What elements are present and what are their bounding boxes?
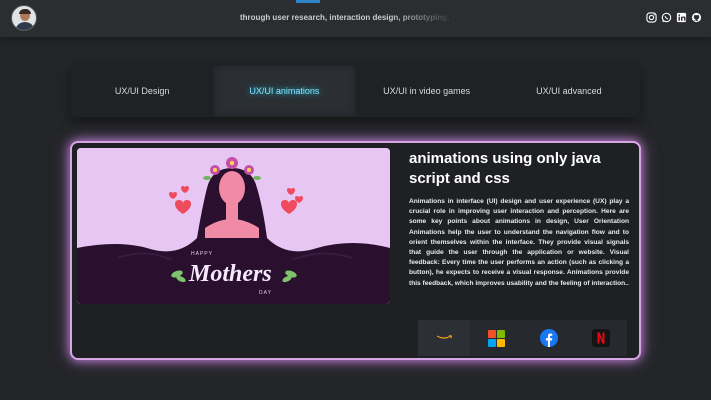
mothers-day-illustration: HAPPY Mothers DAY: [77, 148, 390, 304]
category-tabs: UX/UI Design UX/UI animations UX/UI in v…: [71, 65, 640, 117]
social-links: [646, 12, 702, 23]
avatar[interactable]: [11, 5, 37, 31]
tab-ux-ui-animations[interactable]: UX/UI animations: [213, 65, 356, 117]
brand-logos-strip: [418, 320, 627, 356]
linkedin-icon[interactable]: [676, 12, 687, 23]
tab-ux-ui-video-games[interactable]: UX/UI in video games: [356, 65, 498, 117]
whatsapp-icon[interactable]: [661, 12, 672, 23]
amazon-logo: [436, 335, 453, 339]
illustration-mothers-text: Mothers: [188, 261, 272, 287]
top-accent-bar: [296, 0, 320, 3]
netflix-logo: [591, 329, 610, 347]
marquee-text: through user research, interaction desig…: [240, 13, 460, 22]
brand-microsoft[interactable]: [470, 320, 522, 356]
illustration-day-text: DAY: [259, 290, 272, 296]
facebook-logo: [539, 329, 558, 347]
tab-ux-ui-advanced[interactable]: UX/UI advanced: [498, 65, 640, 117]
brand-facebook[interactable]: [523, 320, 575, 356]
brand-netflix[interactable]: [575, 320, 627, 356]
card-title: animations using only java script and cs…: [409, 150, 601, 187]
brand-amazon[interactable]: [418, 320, 471, 356]
content-card: HAPPY Mothers DAY animations using only …: [70, 141, 641, 360]
tab-ux-ui-design[interactable]: UX/UI Design: [71, 65, 213, 117]
microsoft-logo: [487, 329, 505, 347]
card-description: Animations in interface (UI) design and …: [409, 198, 629, 287]
instagram-icon[interactable]: [646, 12, 657, 23]
illustration-happy-text: HAPPY: [191, 251, 213, 257]
github-icon[interactable]: [691, 12, 702, 23]
marquee-banner: through user research, interaction desig…: [200, 12, 460, 26]
top-bar: through user research, interaction desig…: [0, 0, 711, 37]
